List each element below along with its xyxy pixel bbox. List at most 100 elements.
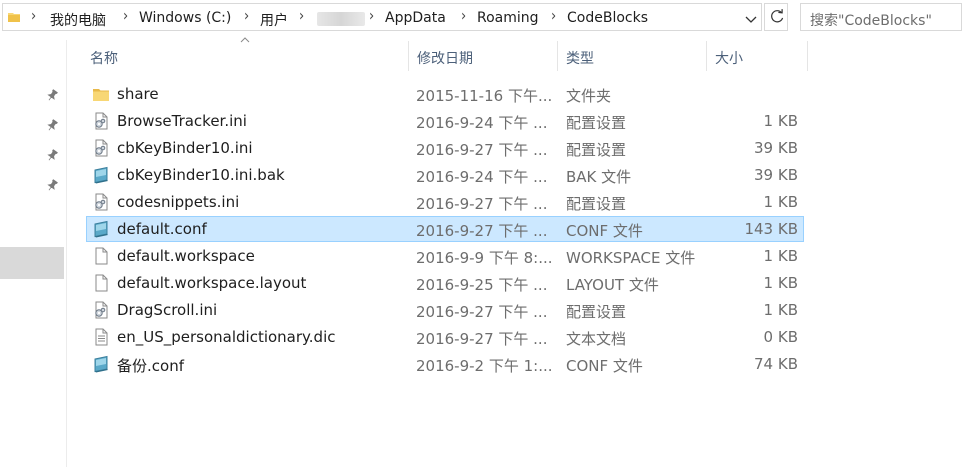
file-date: 2016-9-25 下午 ...: [416, 276, 548, 294]
file-name: default.workspace: [117, 247, 255, 265]
chevron-down-icon[interactable]: [744, 12, 758, 26]
file-size: 1 KB: [763, 112, 798, 130]
column-header-date[interactable]: 修改日期: [409, 41, 558, 71]
column-header-date-label: 修改日期: [417, 51, 473, 67]
file-name: en_US_personaldictionary.dic: [117, 328, 336, 346]
file-type: BAK 文件: [566, 168, 632, 186]
breadcrumb-appdata[interactable]: AppData: [385, 10, 446, 26]
navigation-pane: [0, 40, 66, 467]
refresh-icon: [771, 9, 784, 23]
file-name: cbKeyBinder10.ini: [117, 139, 253, 157]
refresh-button[interactable]: [764, 3, 788, 31]
file-size: 1 KB: [763, 301, 798, 319]
breadcrumb-users[interactable]: 用户: [260, 10, 288, 30]
file-type: CONF 文件: [566, 222, 643, 240]
file-row[interactable]: cbKeyBinder10.ini 2016-9-27 下午 ... 配置设置 39 …: [86, 135, 804, 161]
file-name: DragScroll.ini: [117, 301, 218, 319]
file-row[interactable]: DragScroll.ini 2016-9-27 下午 ... 配置设置 1 KB: [86, 297, 804, 323]
breadcrumb-roaming[interactable]: Roaming: [477, 10, 539, 26]
open-with-file-icon: [94, 220, 108, 238]
settings-file-icon: [95, 193, 108, 211]
file-date: 2015-11-16 下午...: [416, 87, 553, 105]
folder-icon: [8, 13, 20, 22]
open-with-file-icon: [94, 166, 108, 184]
chevron-right-icon[interactable]: ›: [369, 8, 374, 25]
blank-file-icon: [95, 274, 108, 292]
file-type: 文件夹: [566, 87, 612, 105]
file-date: 2016-9-27 下午 ...: [416, 303, 548, 321]
file-type: 配置设置: [566, 195, 627, 213]
file-row[interactable]: codesnippets.ini 2016-9-27 下午 ... 配置设置 1 KB: [86, 189, 804, 215]
blank-file-icon: [95, 247, 108, 265]
file-date: 2016-9-27 下午 ...: [416, 141, 548, 159]
chevron-right-icon[interactable]: ›: [31, 8, 36, 25]
file-size: 1 KB: [763, 193, 798, 211]
file-type: LAYOUT 文件: [566, 276, 659, 294]
chevron-right-icon[interactable]: ›: [244, 8, 249, 25]
file-name: share: [117, 85, 159, 103]
file-type: 配置设置: [566, 141, 627, 159]
file-size: 143 KB: [744, 220, 798, 238]
pin-icon[interactable]: [45, 148, 59, 162]
file-date: 2016-9-24 下午 ...: [416, 114, 548, 132]
settings-file-icon: [95, 112, 108, 130]
file-date: 2016-9-27 下午 ...: [416, 330, 548, 348]
file-date: 2016-9-27 下午 ...: [416, 222, 548, 240]
file-type: 文本文档: [566, 330, 627, 348]
file-type: CONF 文件: [566, 357, 643, 375]
pin-icon[interactable]: [45, 118, 59, 132]
file-name: 备份.conf: [117, 357, 184, 375]
chevron-right-icon[interactable]: ›: [123, 8, 128, 25]
chevron-right-icon[interactable]: ›: [461, 8, 466, 25]
column-header-type-label: 类型: [566, 51, 594, 67]
file-row[interactable]: en_US_personaldictionary.dic 2016-9-27 下午…: [86, 324, 804, 350]
file-date: 2016-9-27 下午 ...: [416, 195, 548, 213]
breadcrumb-drive-c[interactable]: Windows (C:): [139, 10, 231, 26]
column-header-name[interactable]: 名称: [82, 41, 409, 71]
chevron-right-icon[interactable]: ›: [299, 8, 304, 25]
search-input[interactable]: 搜索"CodeBlocks": [800, 3, 962, 31]
column-header-size-label: 大小: [715, 51, 743, 67]
column-header-type[interactable]: 类型: [558, 41, 707, 71]
file-row[interactable]: default.workspace.layout 2016-9-25 下午 ...…: [86, 270, 804, 296]
file-name: cbKeyBinder10.ini.bak: [117, 166, 285, 184]
file-date: 2016-9-2 下午 1:...: [416, 357, 553, 375]
file-row[interactable]: cbKeyBinder10.ini.bak 2016-9-24 下午 ... BAK…: [86, 162, 804, 188]
file-name: BrowseTracker.ini: [117, 112, 247, 130]
file-size: 1 KB: [763, 274, 798, 292]
pin-icon[interactable]: [45, 178, 59, 192]
chevron-right-icon[interactable]: ›: [551, 8, 556, 25]
column-header-size[interactable]: 大小: [707, 41, 808, 71]
file-size: 1 KB: [763, 247, 798, 265]
pin-icon[interactable]: [45, 88, 59, 102]
settings-file-icon: [95, 301, 108, 319]
file-row[interactable]: share 2015-11-16 下午... 文件夹: [86, 81, 804, 107]
breadcrumb-codeblocks[interactable]: CodeBlocks: [567, 10, 648, 26]
file-row[interactable]: default.conf 2016-9-27 下午 ... CONF 文件 143 K…: [86, 216, 804, 242]
file-name: default.conf: [117, 220, 207, 238]
folder-icon: [93, 89, 109, 101]
file-size: 39 KB: [754, 139, 798, 157]
column-header-name-label: 名称: [90, 51, 118, 67]
file-type: WORKSPACE 文件: [566, 249, 696, 267]
file-row[interactable]: BrowseTracker.ini 2016-9-24 下午 ... 配置设置 1 K…: [86, 108, 804, 134]
address-bar[interactable]: › 我的电脑 › Windows (C:) › 用户 › › AppData ›…: [2, 3, 762, 31]
redacted-username[interactable]: [317, 12, 365, 26]
breadcrumb-my-computer[interactable]: 我的电脑: [50, 10, 106, 30]
file-name: default.workspace.layout: [117, 274, 307, 292]
file-date: 2016-9-24 下午 ...: [416, 168, 548, 186]
file-date: 2016-9-9 下午 8:...: [416, 249, 553, 267]
file-size: 39 KB: [754, 166, 798, 184]
file-name: codesnippets.ini: [117, 193, 240, 211]
pane-divider[interactable]: [66, 40, 67, 467]
file-size: 74 KB: [754, 355, 798, 373]
settings-file-icon: [95, 139, 108, 157]
file-type: 配置设置: [566, 303, 627, 321]
file-row[interactable]: 备份.conf 2016-9-2 下午 1:... CONF 文件 74 KB: [86, 351, 804, 377]
file-size: 0 KB: [763, 328, 798, 346]
file-row[interactable]: default.workspace 2016-9-9 下午 8:... WORKSP…: [86, 243, 804, 269]
text-file-icon: [95, 328, 108, 346]
nav-selected-item[interactable]: [0, 247, 64, 279]
file-type: 配置设置: [566, 114, 627, 132]
open-with-file-icon: [94, 355, 108, 373]
